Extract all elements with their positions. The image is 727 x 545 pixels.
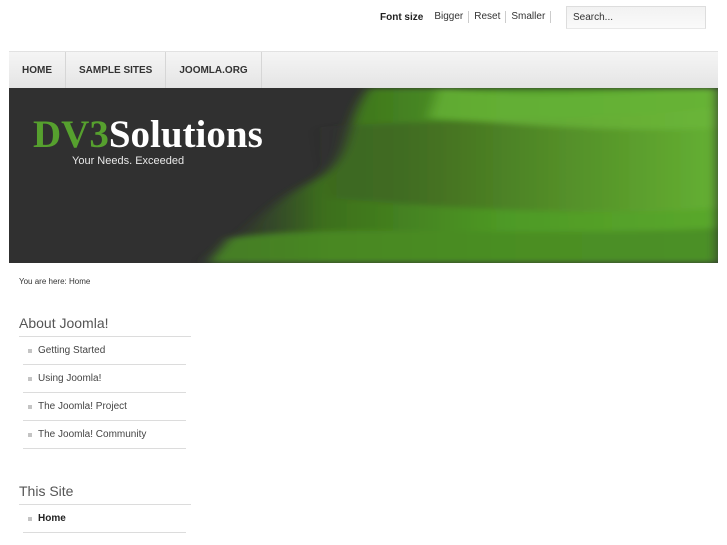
this-site-title: This Site	[19, 483, 191, 505]
font-smaller-link[interactable]: Smaller	[506, 11, 552, 23]
this-site-module: This Site Home	[19, 483, 191, 533]
menu-item-joomla-community[interactable]: The Joomla! Community	[23, 421, 186, 449]
about-joomla-title: About Joomla!	[19, 315, 191, 337]
site-logo: DV3Solutions	[33, 113, 263, 157]
bullet-icon	[28, 348, 32, 353]
header-banner: DV3Solutions Your Needs. Exceeded	[9, 88, 718, 263]
logo-part-1: DV3	[33, 113, 109, 156]
menu-item-label: Getting Started	[38, 345, 106, 356]
bullet-icon	[28, 432, 32, 437]
font-reset-link[interactable]: Reset	[469, 11, 507, 23]
bullet-icon	[28, 376, 32, 381]
menu-item-joomla-project[interactable]: The Joomla! Project	[23, 393, 186, 421]
nav-joomla-org[interactable]: JOOMLA.ORG	[166, 52, 262, 89]
about-joomla-list: Getting Started Using Joomla! The Joomla…	[19, 337, 191, 449]
site-tagline: Your Needs. Exceeded	[72, 155, 185, 167]
font-size-controls: Font size Bigger Reset Smaller	[380, 11, 552, 23]
menu-item-label: The Joomla! Project	[38, 401, 127, 412]
main-nav: HOME SAMPLE SITES JOOMLA.ORG	[9, 51, 718, 89]
bullet-icon	[28, 404, 32, 409]
logo-part-2: Solutions	[108, 113, 263, 156]
breadcrumb: You are here: Home	[19, 277, 91, 286]
font-size-label: Font size	[380, 11, 424, 23]
search-input[interactable]	[566, 6, 706, 29]
about-joomla-module: About Joomla! Getting Started Using Joom…	[19, 315, 191, 449]
nav-home[interactable]: HOME	[9, 52, 66, 89]
menu-item-home[interactable]: Home	[23, 505, 186, 533]
bullet-icon	[28, 516, 32, 521]
font-bigger-link[interactable]: Bigger	[429, 11, 470, 23]
menu-item-getting-started[interactable]: Getting Started	[23, 337, 186, 365]
this-site-list: Home	[19, 505, 191, 533]
menu-item-label: The Joomla! Community	[38, 429, 147, 440]
nav-sample-sites[interactable]: SAMPLE SITES	[66, 52, 167, 89]
menu-item-using-joomla[interactable]: Using Joomla!	[23, 365, 186, 393]
menu-item-label: Using Joomla!	[38, 373, 102, 384]
menu-item-label: Home	[38, 513, 66, 524]
